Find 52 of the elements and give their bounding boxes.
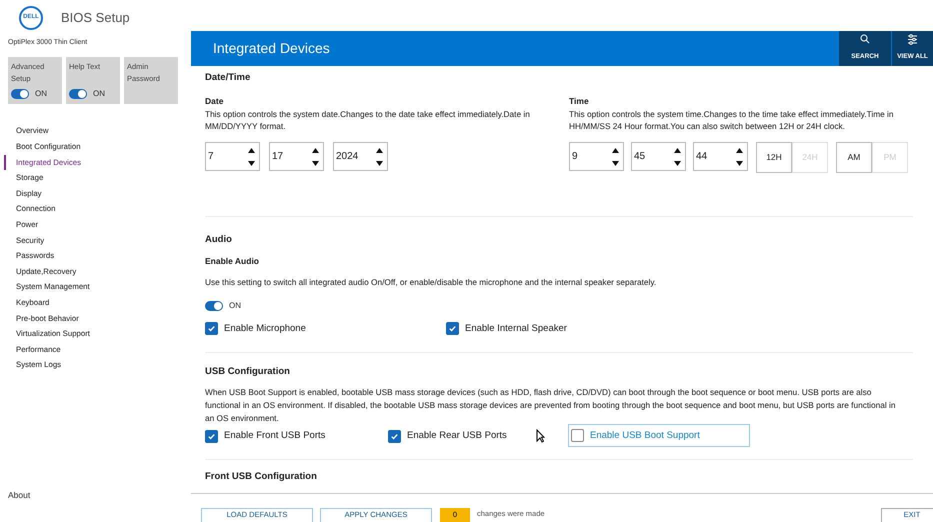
toggle-label: ON (93, 88, 105, 100)
checkbox[interactable] (205, 322, 218, 336)
spinner-field[interactable]: 17 (269, 142, 324, 171)
checkmark-icon (390, 432, 399, 441)
setting-description: This option controls the system time.Changes to the time take effect immediately.Time in HH/MM/SS 24 Hour format.You can also switch between 12H or 24H clock. (569, 108, 894, 132)
checkmark-icon (448, 324, 457, 334)
sliders-icon (907, 34, 918, 45)
up-down-arrows-icon[interactable] (735, 146, 744, 166)
app-title: BIOS Setup (61, 8, 130, 27)
checkbox[interactable] (205, 430, 218, 443)
setting-title: Time (569, 95, 590, 108)
up-down-arrows-icon[interactable] (375, 146, 384, 166)
checkbox[interactable] (446, 322, 459, 336)
up-down-arrows-icon[interactable] (673, 146, 682, 166)
up-down-arrows-icon[interactable] (247, 146, 256, 166)
checkbox-label: Enable Internal Speaker (465, 322, 567, 336)
toggle-label: ON (229, 300, 241, 312)
checkbox[interactable] (571, 429, 584, 442)
setting-description: When USB Boot Support is enabled, bootable USB mass storage devices (such as HDD, flash drive, CD/DVD) can boot through the boot sequence or boot menu. USB ports are also functional in an OS environment. If disabled, the bootable USB mass storage devices are prevented from booting through the boot sequence and boot menu, but USB ports are functional in an OS environment. (205, 386, 896, 426)
toggle-switch[interactable] (69, 88, 87, 98)
checkmark-icon (207, 432, 216, 441)
search-icon (860, 34, 870, 44)
focused-option[interactable]: Enable USB Boot Support (568, 424, 750, 448)
spinner-field[interactable]: 45 (631, 142, 686, 171)
spinner-field[interactable]: 44 (693, 142, 748, 171)
about-link[interactable]: About (0, 489, 191, 502)
clock-option[interactable]: 12H (756, 142, 792, 173)
checkbox-label: Enable USB Boot Support (590, 428, 700, 443)
up-down-arrows-icon[interactable] (611, 146, 620, 166)
clock-option[interactable]: AM (836, 142, 872, 173)
checkbox-label: Enable Rear USB Ports (407, 429, 507, 444)
toggle-switch[interactable] (11, 88, 29, 98)
spinner-field[interactable]: 7 (205, 142, 260, 171)
setting-title: Date (205, 95, 224, 108)
section-title: USB Configuration (205, 364, 291, 379)
page-title: Integrated Devices (212, 39, 331, 58)
toggle-label: ON (35, 88, 47, 100)
checkbox[interactable] (388, 430, 401, 443)
spinner-field[interactable]: 9 (569, 142, 624, 171)
section-title: Audio (205, 233, 233, 248)
setting-description: This option controls the system date.Changes to the date take effect immediately.Date in MM/DD/YYYY format. (205, 108, 531, 132)
up-down-arrows-icon[interactable] (311, 146, 320, 166)
section-title: Date/Time (205, 71, 252, 85)
setting-title: Enable Audio (205, 254, 260, 268)
checkmark-icon (207, 324, 216, 334)
mouse-cursor-icon (536, 429, 545, 443)
toggle-switch[interactable] (205, 300, 223, 311)
checkbox-label: Enable Microphone (224, 322, 306, 336)
section-title: Front USB Configuration (205, 470, 318, 484)
checkbox-label: Enable Front USB Ports (224, 429, 326, 444)
setting-description: Use this setting to switch all integrated audio On/Off, or enable/disable the microphone and the internal speaker separately. (205, 276, 658, 289)
spinner-field[interactable]: 2024 (333, 142, 388, 171)
